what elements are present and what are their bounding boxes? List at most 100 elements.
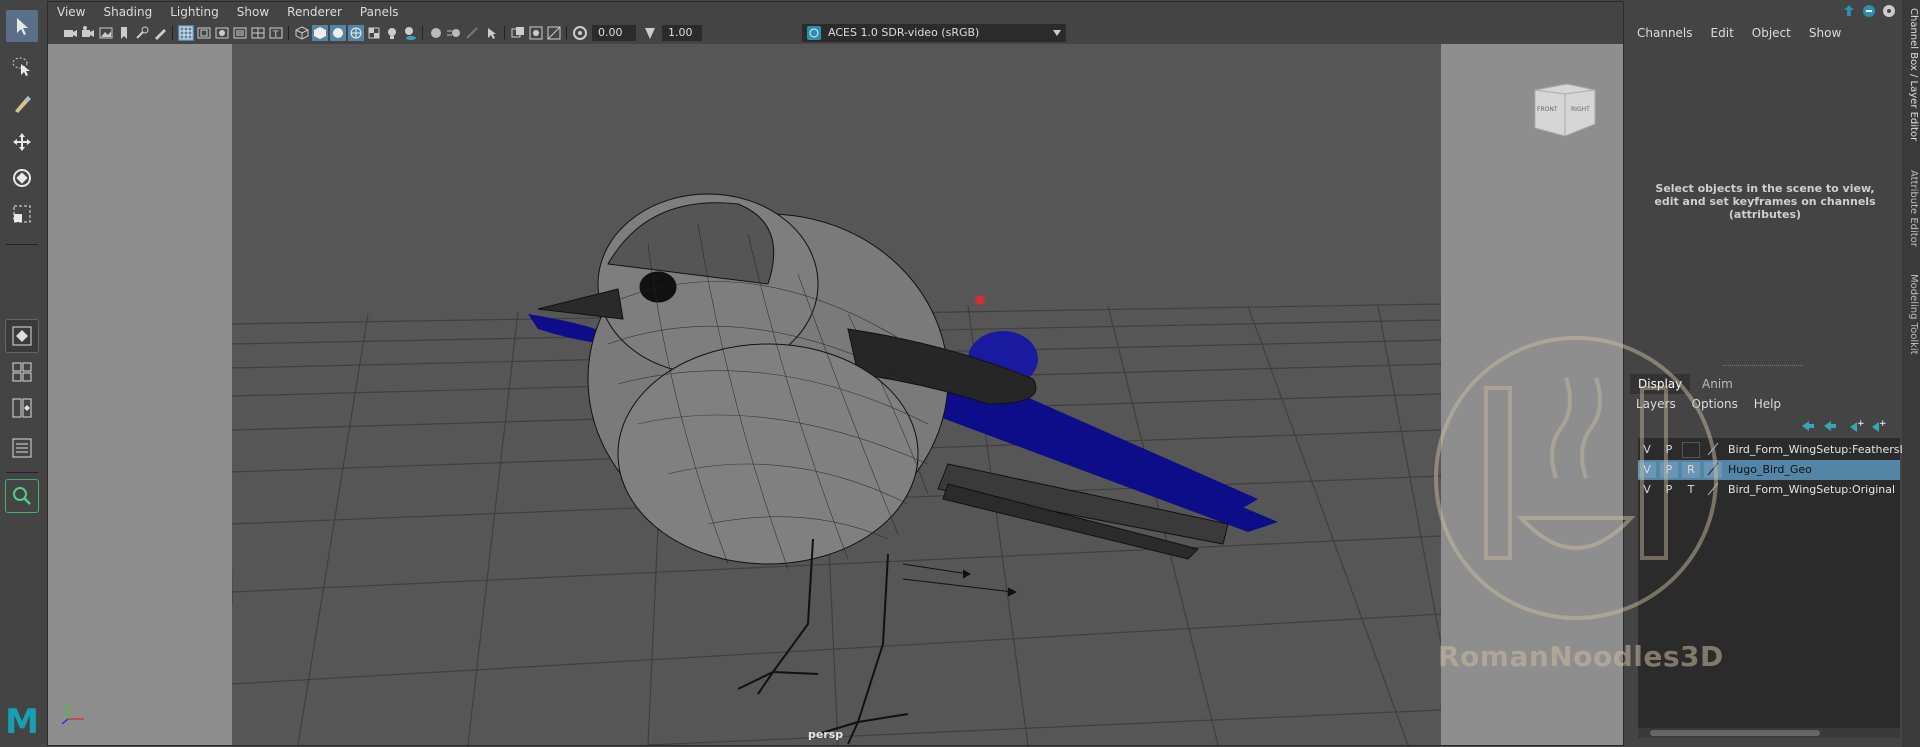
- rotate-tool-icon[interactable]: [6, 162, 38, 194]
- camera-attributes-icon[interactable]: [80, 25, 96, 41]
- paint-select-tool-icon[interactable]: [6, 88, 38, 120]
- side-tab-strip: Channel Box / Layer Editor Attribute Edi…: [1902, 0, 1920, 747]
- grid-toggle-icon[interactable]: [178, 25, 194, 41]
- isolate-select-icon[interactable]: [484, 25, 500, 41]
- gate-mask-icon[interactable]: [232, 25, 248, 41]
- scale-tool-icon[interactable]: [6, 198, 38, 230]
- tab-display[interactable]: Display: [1630, 374, 1691, 394]
- menu-show[interactable]: Show: [228, 5, 278, 19]
- tab-channel-box-layer-editor[interactable]: Channel Box / Layer Editor: [1903, 8, 1919, 141]
- menu-object[interactable]: Object: [1743, 22, 1800, 44]
- layer-row[interactable]: V P R Hugo_Bird_Geo: [1638, 460, 1900, 480]
- resolution-gate-icon[interactable]: [214, 25, 230, 41]
- shadows-icon[interactable]: [402, 25, 418, 41]
- layer-list: V P Bird_Form_WingSetup:FeathersLa V P R…: [1638, 438, 1912, 728]
- scene-render: [48, 44, 1623, 745]
- red-handle: [975, 295, 985, 305]
- menu-help[interactable]: Help: [1748, 394, 1787, 414]
- two-view-layout-icon[interactable]: [6, 392, 38, 424]
- xray-joints-icon[interactable]: [528, 25, 544, 41]
- bookmark-icon[interactable]: [116, 25, 132, 41]
- move-layer-down-icon[interactable]: [1822, 418, 1838, 434]
- xray-components-icon[interactable]: [546, 25, 562, 41]
- motion-blur-icon[interactable]: [446, 25, 462, 41]
- visibility-toggle[interactable]: V: [1638, 482, 1656, 498]
- menu-layers[interactable]: Layers: [1630, 394, 1682, 414]
- four-view-layout-icon[interactable]: [6, 356, 38, 388]
- toggle-channel-box-icon[interactable]: [1842, 4, 1856, 18]
- wireframe-icon[interactable]: [294, 25, 310, 41]
- menu-show-cb[interactable]: Show: [1800, 22, 1850, 44]
- layer-color-swatch[interactable]: [1704, 482, 1722, 498]
- toolbar-separator: [288, 26, 289, 40]
- xray-icon[interactable]: [510, 25, 526, 41]
- image-plane-icon[interactable]: [98, 25, 114, 41]
- menu-renderer[interactable]: Renderer: [278, 5, 351, 19]
- smooth-shade-icon[interactable]: [312, 25, 328, 41]
- menu-options[interactable]: Options: [1686, 394, 1744, 414]
- menu-lighting[interactable]: Lighting: [161, 5, 228, 19]
- color-management-icon: [807, 26, 821, 40]
- layer-color-swatch[interactable]: [1704, 442, 1722, 458]
- layer-list-scrollbar[interactable]: [1638, 728, 1900, 738]
- color-swatch-icon: [1707, 442, 1719, 456]
- visibility-toggle[interactable]: V: [1638, 462, 1656, 478]
- layer-row[interactable]: V P T Bird_Form_WingSetup:Original: [1638, 480, 1900, 500]
- menu-channels[interactable]: Channels: [1628, 22, 1702, 44]
- display-type-toggle[interactable]: R: [1682, 462, 1700, 478]
- layer-name: Hugo_Bird_Geo: [1728, 463, 1812, 476]
- gamma-field[interactable]: 1.00: [662, 25, 702, 41]
- viewport-toolbar: T 0.00 1.00 ACES 1.0 SDR-video (sRGB): [48, 22, 1623, 44]
- panel-resize-handle[interactable]: [1723, 365, 1803, 368]
- anti-aliasing-icon[interactable]: [464, 25, 480, 41]
- scrollbar-thumb[interactable]: [1650, 730, 1820, 736]
- wireframe-on-shaded-icon[interactable]: [348, 25, 364, 41]
- svg-text:T: T: [272, 30, 279, 40]
- tab-attribute-editor[interactable]: Attribute Editor: [1903, 170, 1919, 247]
- color-management-dropdown[interactable]: ACES 1.0 SDR-video (sRGB): [802, 24, 1066, 42]
- tab-modeling-toolkit[interactable]: Modeling Toolkit: [1903, 274, 1919, 355]
- exposure-field[interactable]: 0.00: [592, 25, 636, 41]
- new-layer-from-selection-icon[interactable]: +: [1870, 418, 1886, 434]
- gamma-icon[interactable]: [642, 25, 658, 41]
- layer-color-swatch[interactable]: [1704, 462, 1722, 478]
- playback-toggle[interactable]: P: [1660, 462, 1678, 478]
- display-type-toggle[interactable]: T: [1682, 482, 1700, 498]
- new-empty-layer-icon[interactable]: +: [1848, 418, 1864, 434]
- film-gate-icon[interactable]: [196, 25, 212, 41]
- menu-panels[interactable]: Panels: [351, 5, 408, 19]
- toggle-tool-settings-icon[interactable]: [1882, 4, 1896, 18]
- toolbar-separator: [172, 26, 173, 40]
- menu-edit[interactable]: Edit: [1702, 22, 1743, 44]
- 2d-pan-zoom-icon[interactable]: [134, 25, 150, 41]
- toggle-attribute-editor-icon[interactable]: [1862, 4, 1876, 18]
- menu-shading[interactable]: Shading: [94, 5, 161, 19]
- lasso-tool-icon[interactable]: [6, 50, 38, 82]
- playback-toggle[interactable]: P: [1660, 482, 1678, 498]
- layer-row[interactable]: V P Bird_Form_WingSetup:FeathersLa: [1638, 440, 1912, 460]
- grease-pencil-icon[interactable]: [152, 25, 168, 41]
- playback-toggle[interactable]: P: [1660, 442, 1678, 458]
- menu-view[interactable]: View: [48, 5, 94, 19]
- view-cube[interactable]: FRONT RIGHT: [1533, 82, 1597, 138]
- viewport-scene[interactable]: FRONT RIGHT persp: [48, 44, 1623, 745]
- move-tool-icon[interactable]: [6, 126, 38, 158]
- screen-space-ao-icon[interactable]: [428, 25, 444, 41]
- tab-anim[interactable]: Anim: [1694, 374, 1741, 394]
- safe-title-icon[interactable]: T: [268, 25, 284, 41]
- field-chart-icon[interactable]: [250, 25, 266, 41]
- select-camera-icon[interactable]: [62, 25, 78, 41]
- outliner-layout-icon[interactable]: [6, 432, 38, 464]
- visibility-toggle[interactable]: V: [1638, 442, 1656, 458]
- textured-icon[interactable]: [366, 25, 382, 41]
- display-type-toggle[interactable]: [1682, 442, 1700, 458]
- select-tool-icon[interactable]: [6, 10, 38, 42]
- lights-icon[interactable]: [384, 25, 400, 41]
- search-icon[interactable]: [5, 479, 39, 513]
- exposure-icon[interactable]: [572, 25, 588, 41]
- layer-name: Bird_Form_WingSetup:FeathersLa: [1728, 443, 1913, 456]
- default-material-icon[interactable]: [330, 25, 346, 41]
- move-layer-up-icon[interactable]: [1800, 418, 1816, 434]
- single-perspective-layout-icon[interactable]: [5, 319, 39, 353]
- bird-mesh: [537, 193, 1229, 565]
